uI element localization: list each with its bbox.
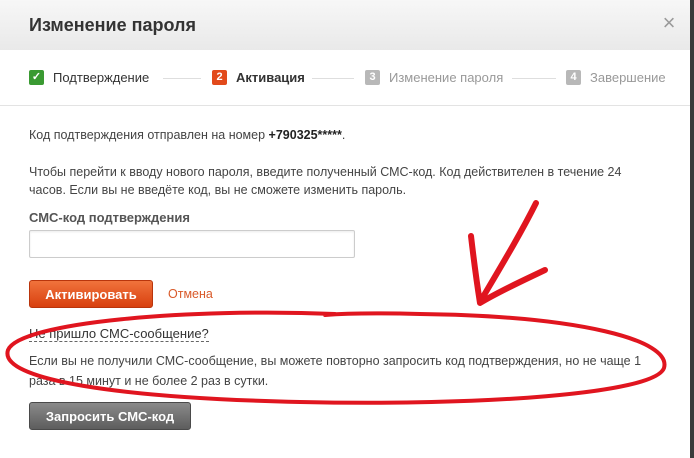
- step-divider: [163, 78, 201, 79]
- step-label: Завершение: [590, 70, 666, 85]
- step-label: Активация: [236, 70, 305, 85]
- step-confirmation: ✓ Подтверждение: [29, 70, 149, 85]
- dialog-header: Изменение пароля ×: [0, 0, 690, 51]
- cancel-link[interactable]: Отмена: [168, 287, 213, 301]
- sms-code-input[interactable]: [29, 230, 355, 258]
- step-change-password: 3 Изменение пароля: [365, 70, 503, 85]
- step-divider: [312, 78, 354, 79]
- code-sent-suffix: .: [341, 128, 346, 142]
- check-icon: ✓: [29, 70, 44, 85]
- activate-button[interactable]: Активировать: [29, 280, 153, 308]
- no-sms-link[interactable]: Не пришло СМС-сообщение?: [29, 326, 209, 342]
- code-sent-message: Код подтверждения отправлен на номер +79…: [29, 128, 345, 142]
- step-finish: 4 Завершение: [566, 70, 666, 85]
- code-sent-prefix: Код подтверждения отправлен на номер: [29, 128, 269, 142]
- resend-info-text: Если вы не получили СМС-сообщение, вы мо…: [29, 354, 642, 388]
- change-password-dialog: Изменение пароля × ✓ Подтверждение 2 Акт…: [0, 0, 694, 458]
- step-label: Подтверждение: [53, 70, 150, 85]
- progress-steps: ✓ Подтверждение 2 Активация 3 Изменение …: [0, 50, 690, 106]
- step-activation: 2 Активация: [212, 70, 305, 85]
- close-icon[interactable]: ×: [660, 12, 678, 34]
- step-number: 2: [212, 70, 227, 85]
- phone-number: +790325*****: [268, 128, 342, 142]
- request-sms-button[interactable]: Запросить СМС-код: [29, 402, 191, 430]
- step-number: 4: [566, 70, 581, 85]
- instructions-text: Чтобы перейти к вводу нового пароля, вве…: [29, 165, 622, 197]
- step-label: Изменение пароля: [389, 70, 504, 85]
- step-divider: [512, 78, 556, 79]
- sms-code-label: СМС-код подтверждения: [29, 210, 190, 225]
- step-number: 3: [365, 70, 380, 85]
- dialog-title: Изменение пароля: [29, 15, 196, 35]
